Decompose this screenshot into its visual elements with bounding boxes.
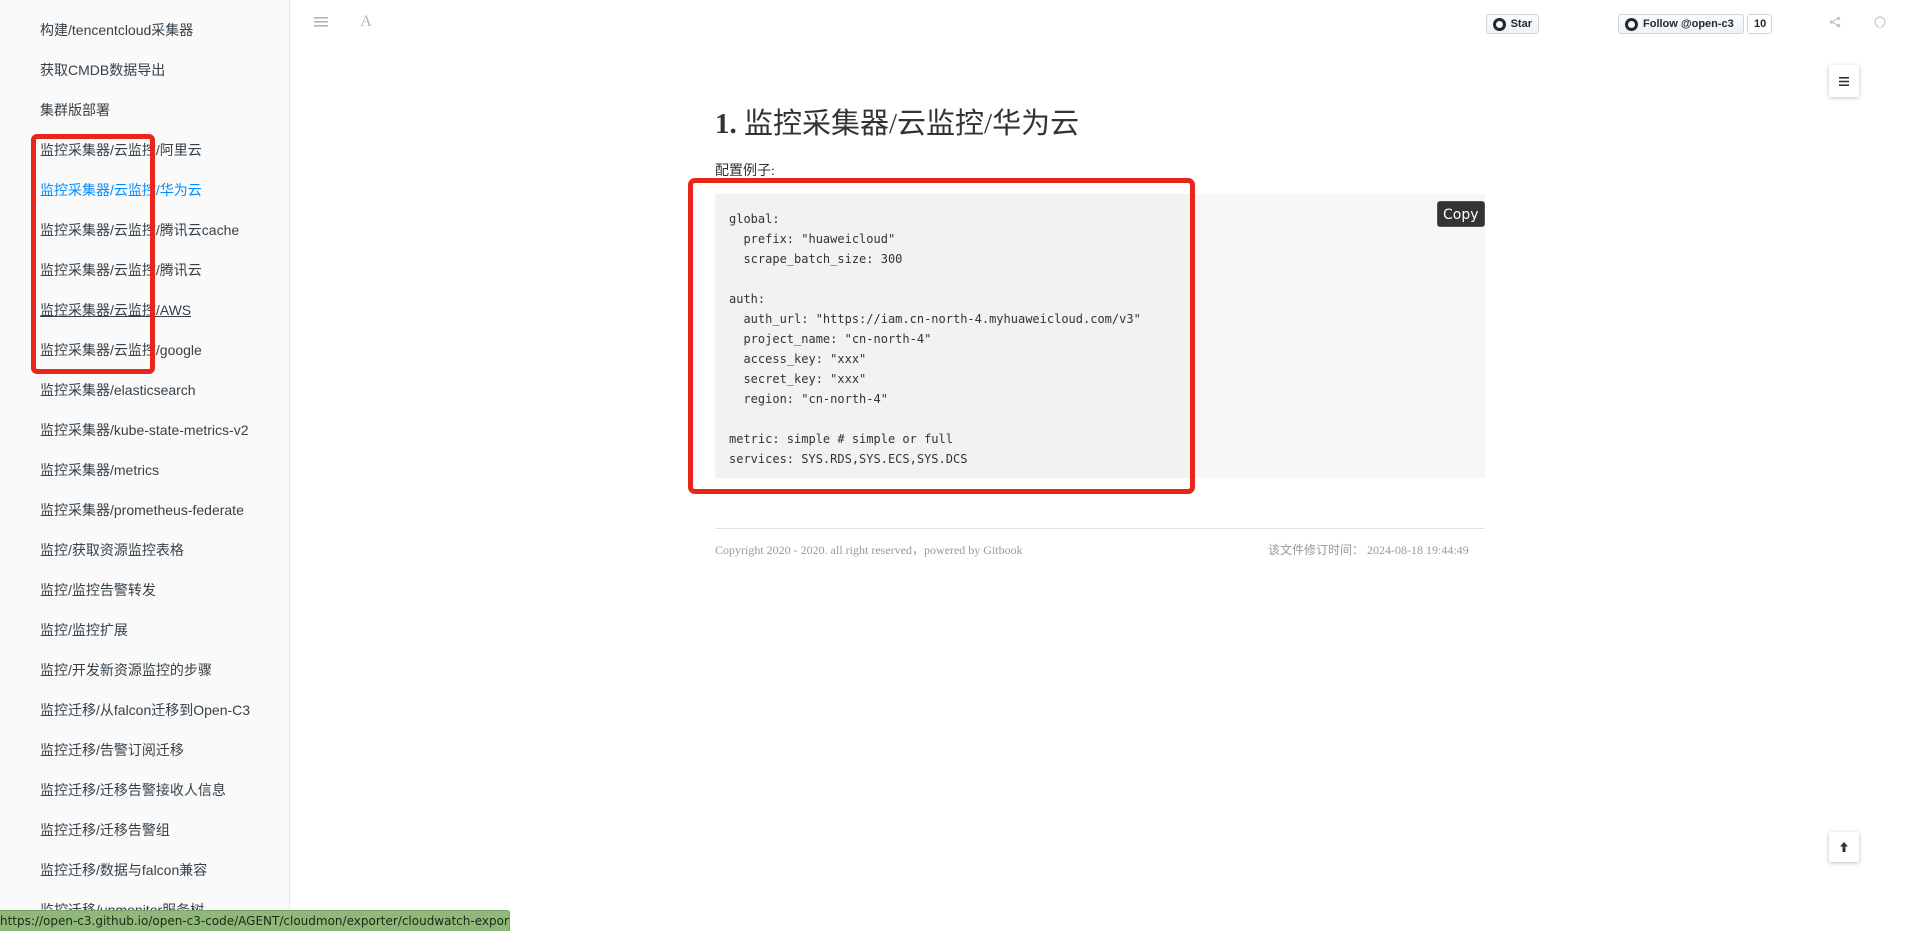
sidebar-item-label: 监控迁移/从falcon迁移到Open-C3 bbox=[40, 702, 251, 718]
footer-divider bbox=[715, 528, 1485, 529]
sidebar-item[interactable]: 监控采集器/prometheus-federate bbox=[40, 490, 250, 530]
sidebar-item[interactable]: 监控迁移/从falcon迁移到Open-C3 bbox=[40, 690, 250, 730]
sidebar-item-label: 监控/监控扩展 bbox=[40, 622, 128, 638]
sidebar-item-label: 监控采集器/kube-state-metrics-v2 bbox=[40, 422, 249, 438]
copy-button[interactable]: Copy bbox=[1437, 201, 1485, 227]
sidebar-item[interactable]: 监控采集器/云监控/腾讯云 bbox=[40, 250, 250, 290]
share-icon[interactable] bbox=[1825, 12, 1845, 32]
code-content[interactable]: global: prefix: "huaweicloud" scrape_bat… bbox=[729, 209, 1141, 469]
sidebar-item[interactable]: 监控迁移/告警订阅迁移 bbox=[40, 730, 250, 770]
sidebar-item-label: 监控采集器/prometheus-federate bbox=[40, 502, 244, 518]
sidebar-item-label: 监控迁移/数据与falcon兼容 bbox=[40, 862, 208, 878]
sidebar-item-label: 监控迁移/迁移告警组 bbox=[40, 822, 170, 838]
sidebar-item-label: 监控采集器/云监控/华为云 bbox=[40, 182, 202, 198]
github-icon bbox=[1625, 17, 1638, 31]
sidebar-item[interactable]: 监控采集器/云监控/华为云 bbox=[40, 170, 250, 210]
sidebar-item-label: 监控迁移/迁移告警接收人信息 bbox=[40, 782, 226, 798]
menu-icon[interactable] bbox=[311, 12, 331, 32]
sidebar-item-label: 监控采集器/云监控/google bbox=[40, 342, 202, 358]
sidebar-item-label: 监控采集器/elasticsearch bbox=[40, 382, 196, 398]
sidebar-item-label: 监控/开发新资源监控的步骤 bbox=[40, 662, 212, 678]
github-icon[interactable] bbox=[1870, 12, 1890, 32]
sidebar-item-label: 获取CMDB数据导出 bbox=[40, 62, 166, 78]
sidebar-item[interactable]: 监控迁移/迁移告警组 bbox=[40, 810, 250, 850]
code-block-inner: global: prefix: "huaweicloud" scrape_bat… bbox=[715, 194, 1193, 478]
sidebar-item[interactable]: 监控迁移/迁移告警接收人信息 bbox=[40, 770, 250, 810]
github-star-button[interactable]: Star bbox=[1486, 14, 1539, 34]
toc-toggle-button[interactable] bbox=[1829, 65, 1859, 97]
sidebar-item-label: 监控采集器/云监控/腾讯云cache bbox=[40, 222, 240, 238]
back-to-top-button[interactable] bbox=[1829, 832, 1859, 862]
sidebar-list: 构建/tencentcloud采集器 获取CMDB数据导出 集群版部署监控采集器/云… bbox=[40, 10, 250, 930]
font-settings-icon[interactable]: A bbox=[356, 12, 376, 32]
sidebar-item[interactable]: 监控采集器/云监控/google bbox=[40, 330, 250, 370]
sidebar-item[interactable]: 构建/tencentcloud采集器 bbox=[40, 10, 250, 50]
sidebar-item-label: 监控迁移/告警订阅迁移 bbox=[40, 742, 184, 758]
sidebar-item-label: 监控/监控告警转发 bbox=[40, 582, 156, 598]
footer-modified-time: 该文件修订时间： 2024-08-18 19:44:49 bbox=[1268, 543, 1469, 557]
sidebar-item-label: 监控/获取资源监控表格 bbox=[40, 542, 184, 558]
sidebar-item[interactable]: 监控采集器/elasticsearch bbox=[40, 370, 250, 410]
sidebar-item[interactable]: 集群版部署 bbox=[40, 90, 250, 130]
code-block[interactable]: global: prefix: "huaweicloud" scrape_bat… bbox=[715, 194, 1485, 478]
sidebar-item-label: 监控采集器/云监控/阿里云 bbox=[40, 142, 202, 158]
sidebar-item[interactable]: 监控/监控扩展 bbox=[40, 610, 250, 650]
footer-copyright: Copyright 2020 - 2020. all right reserve… bbox=[715, 543, 1023, 557]
github-icon bbox=[1493, 17, 1506, 31]
sidebar-item[interactable]: 监控/开发新资源监控的步骤 bbox=[40, 650, 250, 690]
link-status-bar: https://open-c3.github.io/open-c3-code/A… bbox=[0, 910, 510, 931]
sidebar-item[interactable]: 监控/监控告警转发 bbox=[40, 570, 250, 610]
sidebar-item[interactable]: 获取CMDB数据导出 bbox=[40, 50, 250, 90]
sidebar-item[interactable]: 监控采集器/metrics bbox=[40, 450, 250, 490]
sidebar-item[interactable]: 监控采集器/云监控/AWS bbox=[40, 290, 250, 330]
sidebar-item-label: 监控采集器/云监控/AWS bbox=[40, 302, 192, 318]
github-follow-button[interactable]: Follow @open-c3 bbox=[1618, 14, 1744, 34]
sidebar-item[interactable]: 监控采集器/云监控/阿里云 bbox=[40, 130, 250, 170]
follow-count[interactable]: 10 bbox=[1747, 14, 1772, 34]
star-label: Star bbox=[1510, 18, 1532, 30]
list-icon bbox=[1839, 76, 1849, 86]
page-title-number: 1. bbox=[715, 108, 737, 140]
sidebar-item[interactable]: 监控/获取资源监控表格 bbox=[40, 530, 250, 570]
sidebar-item-label: 集群版部署 bbox=[40, 102, 110, 118]
sidebar-item-label: 监控采集器/云监控/腾讯云 bbox=[40, 262, 202, 278]
follow-label: Follow @open-c3 bbox=[1643, 18, 1734, 30]
sidebar-item[interactable]: 监控迁移/数据与falcon兼容 bbox=[40, 850, 250, 890]
arrow-up-icon bbox=[1840, 842, 1848, 852]
sidebar-item[interactable]: 监控采集器/云监控/腾讯云cache bbox=[40, 210, 250, 250]
sidebar-item[interactable]: 监控采集器/kube-state-metrics-v2 bbox=[40, 410, 250, 450]
sidebar-item-label: 监控采集器/metrics bbox=[40, 462, 159, 478]
page-title: 1. 监控采集器/云监控/华为云 bbox=[715, 100, 1079, 142]
sidebar-item-label: 构建/tencentcloud采集器 bbox=[40, 22, 194, 38]
page-title-text: 监控采集器/云监控/华为云 bbox=[744, 108, 1080, 140]
sidebar: 构建/tencentcloud采集器 获取CMDB数据导出 集群版部署监控采集器/云… bbox=[0, 0, 290, 931]
config-example-label: 配置例子: bbox=[715, 164, 775, 179]
